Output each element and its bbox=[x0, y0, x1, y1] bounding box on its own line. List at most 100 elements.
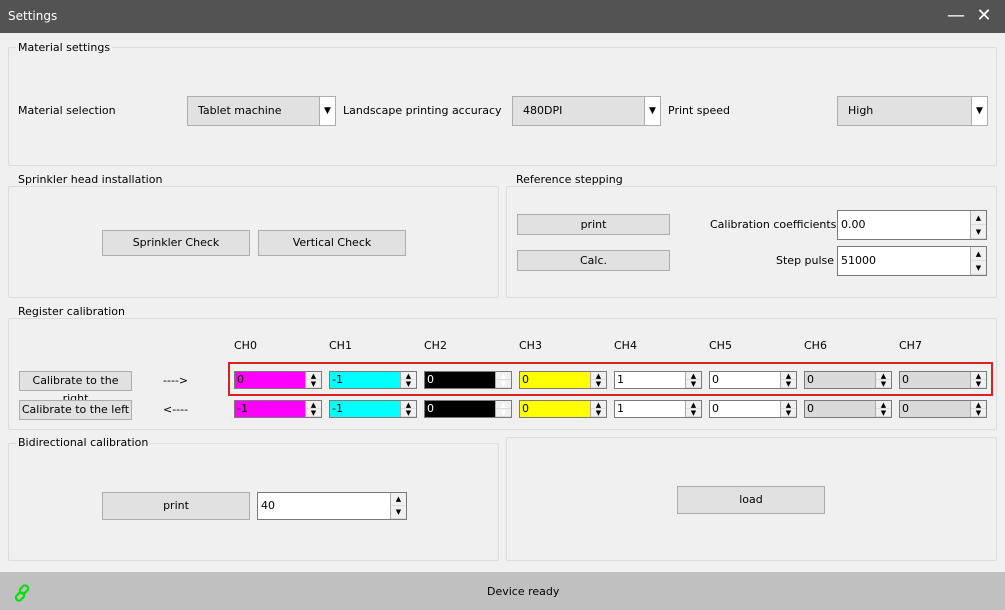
left-ch4-spinner[interactable]: 1 ▲ ▼ bbox=[614, 400, 702, 418]
close-icon[interactable]: ✕ bbox=[972, 4, 996, 28]
spin-up-icon[interactable]: ▲ bbox=[971, 401, 986, 409]
left-ch0-spinner[interactable]: -1 ▲ ▼ bbox=[234, 400, 322, 418]
spinner-value: -1 bbox=[332, 402, 343, 415]
group-legend: Sprinkler head installation bbox=[16, 173, 165, 186]
left-ch2-spinner[interactable]: 0 ▲ ▼ bbox=[424, 400, 512, 418]
spin-up-icon[interactable]: ▲ bbox=[591, 401, 606, 409]
title-bar: Settings — ✕ bbox=[0, 0, 1005, 33]
right-ch1-spinner[interactable]: -1 ▲ ▼ bbox=[329, 371, 417, 389]
spin-down-icon[interactable]: ▼ bbox=[306, 409, 321, 417]
spin-down-icon[interactable]: ▼ bbox=[591, 409, 606, 417]
spin-up-icon[interactable]: ▲ bbox=[971, 211, 986, 225]
spin-up-icon[interactable]: ▲ bbox=[686, 401, 701, 409]
channel-label-ch3: CH3 bbox=[519, 339, 542, 352]
spin-down-icon[interactable]: ▼ bbox=[876, 409, 891, 417]
group-legend: Register calibration bbox=[16, 305, 128, 318]
sprinkler-check-button[interactable]: Sprinkler Check bbox=[102, 230, 250, 256]
spin-up-icon[interactable]: ▲ bbox=[496, 401, 511, 409]
spinner-value: 0 bbox=[712, 402, 719, 415]
left-ch7-spinner[interactable]: 0 ▲ ▼ bbox=[899, 400, 987, 418]
bidirectional-print-button[interactable]: print bbox=[102, 492, 250, 520]
selected-value: 480DPI bbox=[523, 104, 563, 117]
minimize-icon[interactable]: — bbox=[944, 4, 968, 28]
spin-down-icon[interactable]: ▼ bbox=[971, 261, 986, 275]
step-pulse-spinner[interactable]: 51000 ▲ ▼ bbox=[837, 246, 987, 276]
spinner-value: 0 bbox=[807, 402, 814, 415]
spin-up-icon[interactable]: ▲ bbox=[971, 247, 986, 261]
spinner-value: 0 bbox=[427, 402, 434, 415]
spin-down-icon[interactable]: ▼ bbox=[971, 380, 986, 388]
spin-up-icon[interactable]: ▲ bbox=[876, 372, 891, 380]
spinner-value: 0 bbox=[237, 373, 244, 386]
spinner-value: 0 bbox=[902, 402, 909, 415]
spinner-value: 51000 bbox=[841, 254, 876, 267]
status-text: Device ready bbox=[487, 585, 560, 598]
right-ch0-spinner[interactable]: 0 ▲ ▼ bbox=[234, 371, 322, 389]
calibrate-left-button[interactable]: Calibrate to the left bbox=[19, 400, 132, 420]
bidirectional-spinner[interactable]: 40 ▲ ▼ bbox=[257, 492, 407, 520]
calibration-coefficients-label: Calibration coefficients bbox=[710, 218, 837, 231]
spin-down-icon[interactable]: ▼ bbox=[401, 380, 416, 388]
calibration-coefficients-spinner[interactable]: 0.00 ▲ ▼ bbox=[837, 210, 987, 240]
spin-up-icon[interactable]: ▲ bbox=[391, 493, 406, 506]
spin-up-icon[interactable]: ▲ bbox=[401, 372, 416, 380]
accuracy-dropdown[interactable]: 480DPI ▼ bbox=[512, 96, 661, 126]
spin-up-icon[interactable]: ▲ bbox=[306, 372, 321, 380]
spin-down-icon[interactable]: ▼ bbox=[686, 409, 701, 417]
reference-print-button[interactable]: print bbox=[517, 214, 670, 235]
spin-down-icon[interactable]: ▼ bbox=[686, 380, 701, 388]
channel-label-ch0: CH0 bbox=[234, 339, 257, 352]
channel-label-ch2: CH2 bbox=[424, 339, 447, 352]
spin-up-icon[interactable]: ▲ bbox=[401, 401, 416, 409]
left-ch1-spinner[interactable]: -1 ▲ ▼ bbox=[329, 400, 417, 418]
channel-label-ch1: CH1 bbox=[329, 339, 352, 352]
right-ch7-spinner[interactable]: 0 ▲ ▼ bbox=[899, 371, 987, 389]
reference-stepping-group bbox=[506, 186, 997, 298]
left-ch5-spinner[interactable]: 0 ▲ ▼ bbox=[709, 400, 797, 418]
sprinkler-group bbox=[8, 186, 499, 298]
spinner-value: 0 bbox=[902, 373, 909, 386]
spin-down-icon[interactable]: ▼ bbox=[876, 380, 891, 388]
left-ch3-spinner[interactable]: 0 ▲ ▼ bbox=[519, 400, 607, 418]
load-button[interactable]: load bbox=[677, 486, 825, 514]
material-selection-dropdown[interactable]: Tablet machine ▼ bbox=[187, 96, 336, 126]
print-speed-label: Print speed bbox=[668, 104, 731, 117]
right-ch2-spinner[interactable]: 0 ▲ ▼ bbox=[424, 371, 512, 389]
spin-down-icon[interactable]: ▼ bbox=[971, 409, 986, 417]
spin-down-icon[interactable]: ▼ bbox=[496, 409, 511, 417]
spinner-value: 1 bbox=[617, 373, 624, 386]
spin-up-icon[interactable]: ▲ bbox=[686, 372, 701, 380]
right-ch5-spinner[interactable]: 0 ▲ ▼ bbox=[709, 371, 797, 389]
spinner-value: -1 bbox=[332, 373, 343, 386]
left-ch6-spinner[interactable]: 0 ▲ ▼ bbox=[804, 400, 892, 418]
spin-up-icon[interactable]: ▲ bbox=[781, 401, 796, 409]
group-legend: Reference stepping bbox=[514, 173, 625, 186]
spin-up-icon[interactable]: ▲ bbox=[876, 401, 891, 409]
calc-button[interactable]: Calc. bbox=[517, 250, 670, 271]
right-ch4-spinner[interactable]: 1 ▲ ▼ bbox=[614, 371, 702, 389]
chevron-down-icon: ▼ bbox=[319, 97, 335, 125]
spin-down-icon[interactable]: ▼ bbox=[391, 506, 406, 519]
material-selection-label: Material selection bbox=[18, 104, 116, 117]
spin-down-icon[interactable]: ▼ bbox=[781, 380, 796, 388]
spin-down-icon[interactable]: ▼ bbox=[591, 380, 606, 388]
spin-down-icon[interactable]: ▼ bbox=[306, 380, 321, 388]
vertical-check-button[interactable]: Vertical Check bbox=[258, 230, 406, 256]
spin-up-icon[interactable]: ▲ bbox=[971, 372, 986, 380]
right-ch3-spinner[interactable]: 0 ▲ ▼ bbox=[519, 371, 607, 389]
right-ch6-spinner[interactable]: 0 ▲ ▼ bbox=[804, 371, 892, 389]
spin-up-icon[interactable]: ▲ bbox=[496, 372, 511, 380]
spin-up-icon[interactable]: ▲ bbox=[306, 401, 321, 409]
selected-value: Tablet machine bbox=[198, 104, 282, 117]
spin-down-icon[interactable]: ▼ bbox=[971, 225, 986, 239]
spin-down-icon[interactable]: ▼ bbox=[496, 380, 511, 388]
spin-up-icon[interactable]: ▲ bbox=[591, 372, 606, 380]
spinner-value: -1 bbox=[237, 402, 248, 415]
spin-up-icon[interactable]: ▲ bbox=[781, 372, 796, 380]
spin-down-icon[interactable]: ▼ bbox=[401, 409, 416, 417]
spinner-value: 0 bbox=[427, 373, 434, 386]
calibrate-right-button[interactable]: Calibrate to the right bbox=[19, 371, 132, 405]
print-speed-dropdown[interactable]: High ▼ bbox=[837, 96, 988, 126]
spin-down-icon[interactable]: ▼ bbox=[781, 409, 796, 417]
group-legend: Material settings bbox=[16, 41, 113, 54]
